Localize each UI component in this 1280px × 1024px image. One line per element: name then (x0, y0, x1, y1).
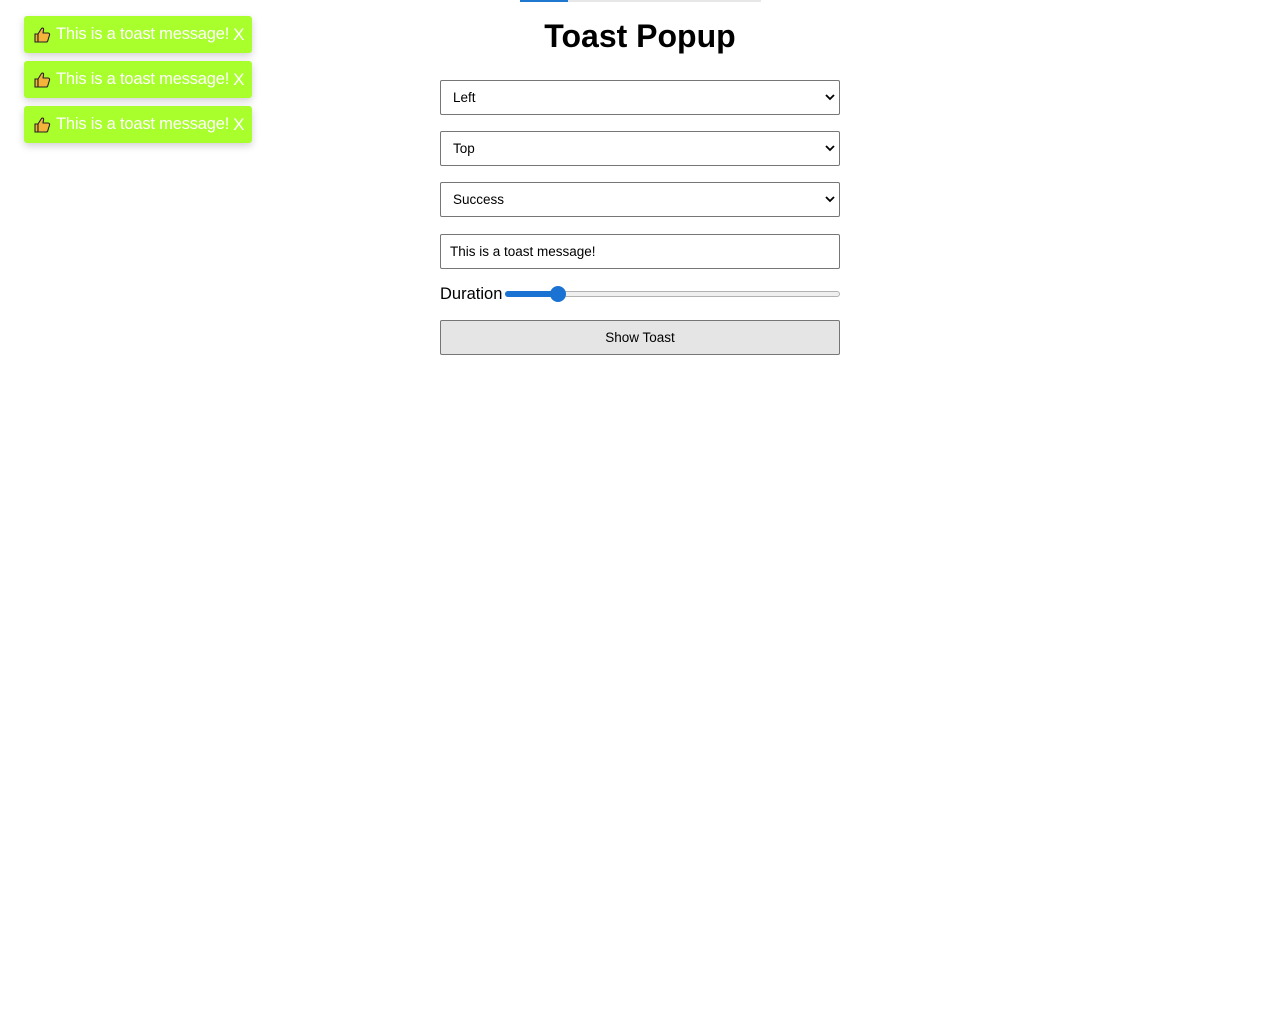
toast-close-button[interactable]: X (233, 70, 244, 90)
horizontal-position-select[interactable]: Left (440, 80, 840, 115)
toast-settings-form: Left Top Success Duration Show Toast (440, 80, 840, 355)
chevron-down-icon (825, 145, 835, 152)
message-input[interactable] (440, 234, 840, 269)
page-title: Toast Popup (544, 18, 736, 54)
duration-label: Duration (440, 284, 503, 303)
chevron-down-icon (825, 94, 835, 101)
slider-thumb[interactable] (550, 286, 567, 302)
toast: This is a toast message! X (24, 106, 252, 143)
duration-slider[interactable] (505, 286, 840, 302)
top-progress-fill (520, 0, 569, 2)
vertical-position-value: Top (453, 141, 475, 156)
thumbs-up-icon (33, 116, 51, 134)
vertical-position-select[interactable]: Top (440, 131, 840, 166)
toast-message: This is a toast message! (56, 115, 230, 133)
toast-type-select[interactable]: Success (440, 182, 840, 217)
thumbs-up-icon (33, 71, 51, 89)
chevron-down-icon (825, 196, 835, 203)
top-progress-bar (520, 0, 761, 2)
show-toast-button[interactable]: Show Toast (440, 320, 840, 355)
toast: This is a toast message! X (24, 61, 252, 98)
toast-type-value: Success (453, 192, 505, 207)
duration-row: Duration (440, 283, 840, 305)
toast-close-button[interactable]: X (233, 115, 244, 135)
horizontal-position-value: Left (453, 90, 476, 105)
toast-message: This is a toast message! (56, 70, 230, 88)
